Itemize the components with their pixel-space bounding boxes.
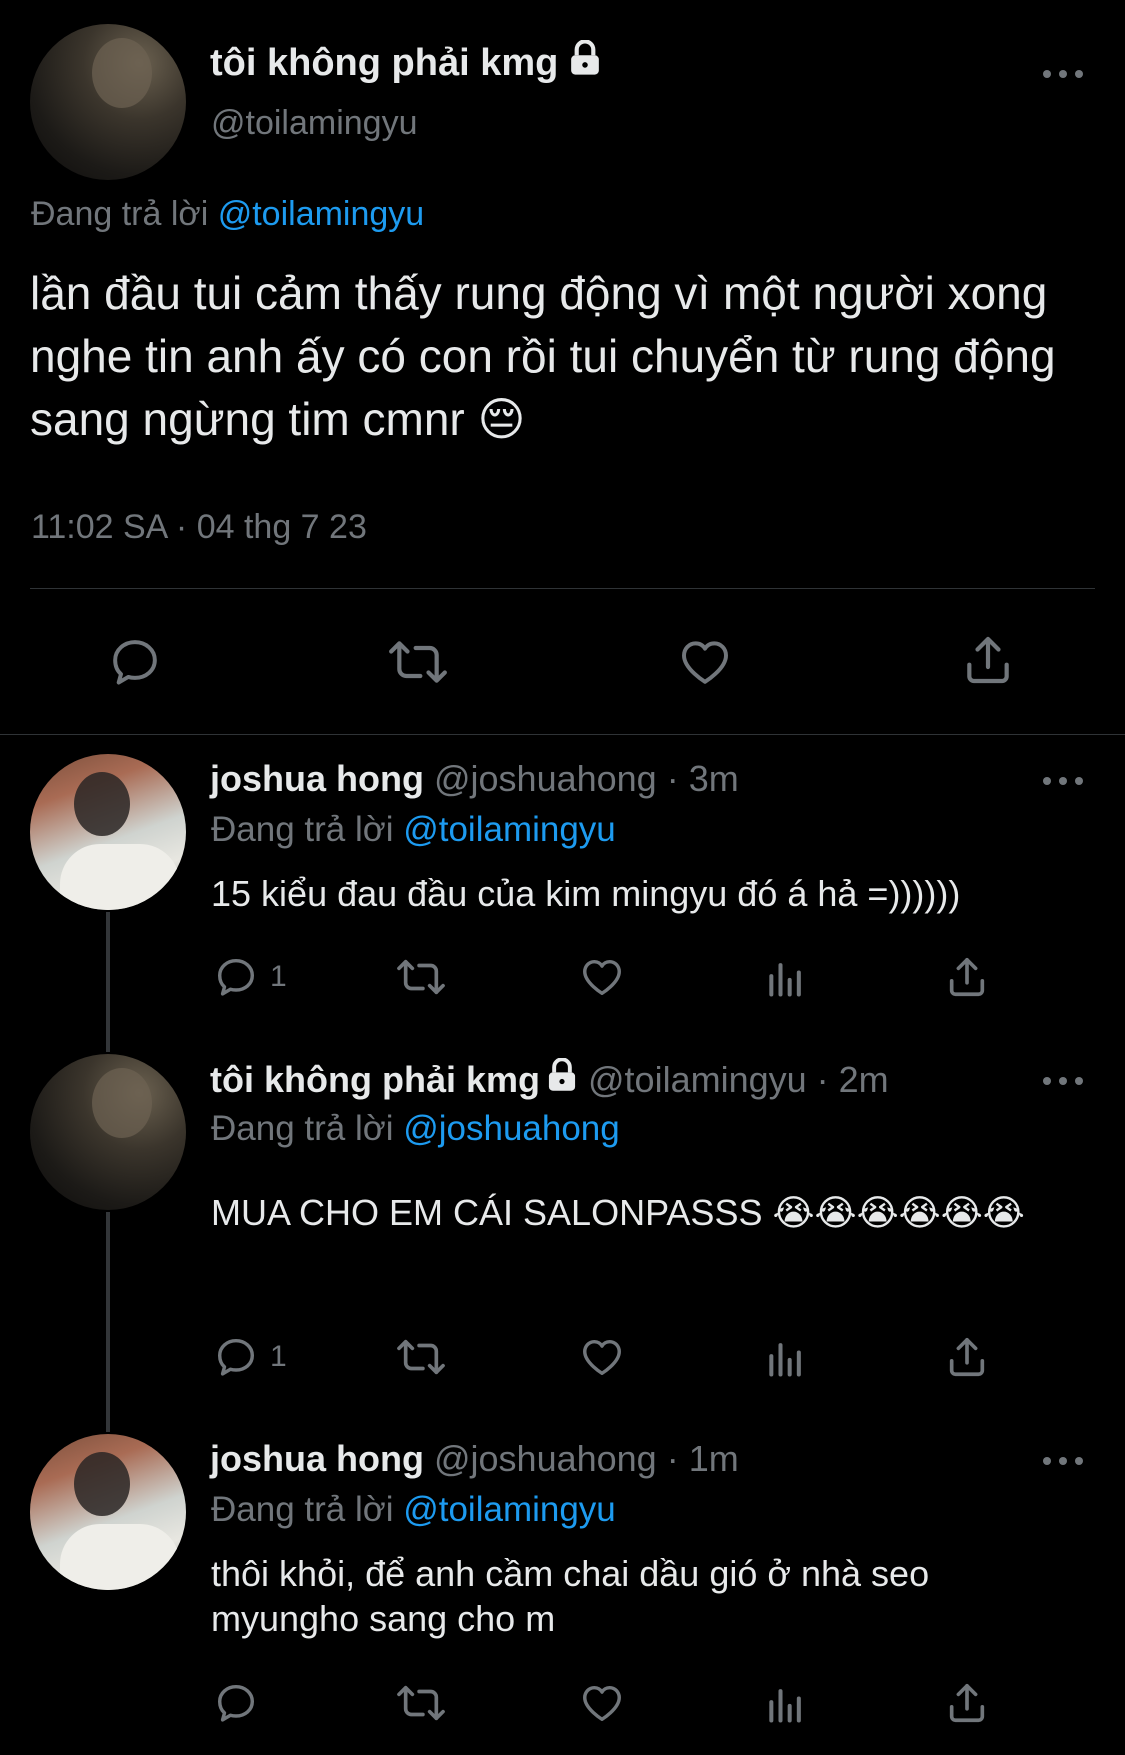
reply-3-like-button[interactable]	[578, 1680, 626, 1726]
retweet-icon	[394, 1334, 448, 1380]
retweet-icon	[386, 634, 450, 690]
reply-1-replying-to: Đang trả lời @toilamingyu	[211, 810, 616, 850]
reply-1-views-button[interactable]	[764, 956, 808, 1000]
reply-3-views-button[interactable]	[764, 1682, 808, 1726]
heart-icon	[578, 954, 626, 1000]
main-avatar[interactable]	[30, 24, 186, 180]
reply-3-reply-button[interactable]	[212, 1680, 270, 1726]
more-options-icon[interactable]	[1043, 774, 1083, 788]
share-icon	[944, 1680, 990, 1726]
heart-icon	[676, 634, 734, 690]
replying-to-link[interactable]: @toilamingyu	[403, 810, 616, 849]
main-handle[interactable]: @toilamingyu	[211, 104, 418, 143]
reply-icon	[212, 1680, 260, 1726]
reply-1-retweet-button[interactable]	[394, 954, 448, 1000]
replying-prefix: Đang trả lời	[211, 1490, 394, 1529]
views-icon	[764, 956, 808, 1000]
main-timestamp[interactable]: 11:02 SA · 04 thg 7 23	[31, 508, 367, 547]
replying-prefix: Đang trả lời	[211, 1109, 394, 1148]
replying-to-link[interactable]: @toilamingyu	[218, 195, 425, 233]
heart-icon	[578, 1680, 626, 1726]
reply-1-reply-button[interactable]: 1	[212, 954, 287, 1000]
reply-2-like-button[interactable]	[578, 1334, 626, 1380]
reply-count: 1	[270, 960, 287, 993]
reply-1-like-button[interactable]	[578, 954, 626, 1000]
reply-1-display-name[interactable]: joshua hong	[210, 758, 424, 800]
reply-2-reply-button[interactable]: 1	[212, 1334, 287, 1380]
views-icon	[764, 1682, 808, 1726]
reply-2-display-name[interactable]: tôi không phải kmg	[210, 1059, 540, 1101]
heart-icon	[578, 1334, 626, 1380]
reply-icon	[212, 954, 260, 1000]
replying-prefix: Đang trả lời	[31, 195, 209, 233]
thread-line	[106, 912, 110, 1052]
reply-2-time[interactable]: · 2m	[817, 1059, 889, 1101]
main-display-name[interactable]: tôi không phải kmg	[210, 39, 602, 86]
reply-3-text: thôi khỏi, để anh cầm chai dầu gió ở nhà…	[211, 1553, 930, 1639]
main-replying-to: Đang trả lời @toilamingyu	[31, 195, 424, 234]
lock-icon	[568, 39, 602, 86]
thread-divider	[0, 734, 1125, 735]
lock-icon	[546, 1057, 578, 1101]
reply-1-share-button[interactable]	[944, 954, 990, 1000]
reply-2-text: MUA CHO EM CÁI SALONPASSS 😭😭😭😭😭😭	[211, 1192, 1025, 1233]
reply-3-handle[interactable]: @joshuahong	[434, 1438, 657, 1480]
more-options-icon[interactable]	[1043, 1074, 1083, 1088]
reply-1-handle[interactable]: @joshuahong	[434, 758, 657, 800]
reply-2-handle[interactable]: @toilamingyu	[588, 1059, 807, 1101]
reply-3-replying-to: Đang trả lời @toilamingyu	[211, 1490, 616, 1530]
main-display-name-text: tôi không phải kmg	[210, 41, 559, 84]
share-button[interactable]	[960, 632, 1016, 688]
reply-2-replying-to: Đang trả lời @joshuahong	[211, 1109, 620, 1149]
reply-1-text: 15 kiểu đau đầu của kim mingyu đó á hả =…	[211, 873, 961, 914]
reply-2-avatar[interactable]	[30, 1054, 186, 1210]
reply-icon	[106, 634, 164, 690]
reply-3-share-button[interactable]	[944, 1680, 990, 1726]
reply-1-avatar[interactable]	[30, 754, 186, 910]
share-icon	[944, 954, 990, 1000]
thread-line	[106, 1212, 110, 1432]
replying-prefix: Đang trả lời	[211, 810, 394, 849]
share-icon	[944, 1334, 990, 1380]
reply-2-views-button[interactable]	[764, 1336, 808, 1380]
reply-1-header: joshua hong @joshuahong · 3m	[210, 758, 739, 800]
replying-to-link[interactable]: @toilamingyu	[403, 1490, 616, 1529]
reply-3-retweet-button[interactable]	[394, 1680, 448, 1726]
more-options-icon[interactable]	[1043, 67, 1083, 81]
main-divider	[30, 588, 1095, 589]
reply-icon	[212, 1334, 260, 1380]
replying-to-link[interactable]: @joshuahong	[403, 1109, 620, 1148]
retweet-icon	[394, 1680, 448, 1726]
reply-1-time[interactable]: · 3m	[667, 758, 739, 800]
reply-button[interactable]	[106, 634, 164, 690]
reply-3-time[interactable]: · 1m	[667, 1438, 739, 1480]
views-icon	[764, 1336, 808, 1380]
reply-2-retweet-button[interactable]	[394, 1334, 448, 1380]
reply-2-header: tôi không phải kmg @toilamingyu · 2m	[210, 1057, 889, 1101]
more-options-icon[interactable]	[1043, 1454, 1083, 1468]
reply-3-avatar[interactable]	[30, 1434, 186, 1590]
main-tweet-text: lần đầu tui cảm thấy rung động vì một ng…	[30, 267, 1056, 445]
reply-3-display-name[interactable]: joshua hong	[210, 1438, 424, 1480]
share-icon	[960, 632, 1016, 688]
retweet-button[interactable]	[386, 634, 450, 690]
like-button[interactable]	[676, 634, 734, 690]
reply-count: 1	[270, 1340, 287, 1373]
reply-3-header: joshua hong @joshuahong · 1m	[210, 1438, 739, 1480]
retweet-icon	[394, 954, 448, 1000]
reply-2-share-button[interactable]	[944, 1334, 990, 1380]
